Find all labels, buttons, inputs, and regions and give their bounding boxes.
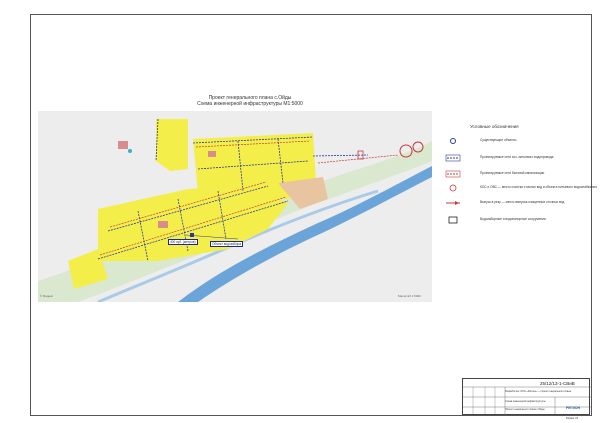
map-title: Проект генерального плана с.Ойды Схема и… — [155, 95, 345, 107]
dashed-red-line-icon — [445, 170, 461, 178]
sheet-format: Формат А3 — [566, 417, 579, 420]
legend-item-label: Водозаборные и водонапорные сооружения — [480, 217, 546, 221]
document-code: 25/12/13-1-СВиВ — [540, 381, 575, 386]
legend-item: Водозаборные и водонапорные сооружения — [445, 216, 580, 224]
legend-title: Условные обозначения — [470, 124, 519, 129]
legend-item: Проектируемые сети хоз.-питьевого водопр… — [445, 154, 580, 162]
stamp-org: Разработчик: ООО «Регион» — проект генер… — [505, 390, 571, 393]
map-scale: Масштаб 1:5000 — [398, 294, 421, 298]
map-svg — [38, 111, 432, 302]
legend-item-label: Существующие объекты — [480, 138, 517, 142]
map-copyright: © Яндекс — [40, 294, 54, 298]
legend-item: Проектируемые сети бытовой канализации — [445, 170, 580, 178]
legend-item-label: КОС и ОВС — место очистки сточных вод и … — [480, 185, 597, 189]
public-building — [208, 151, 216, 157]
red-ring-icon — [449, 184, 457, 192]
legend-item-label: Проектируемые сети бытовой канализации — [480, 171, 545, 175]
legend-item-label: Проектируемые сети хоз.-питьевого водопр… — [480, 155, 554, 159]
water-source — [128, 149, 132, 153]
public-building — [118, 141, 128, 149]
company-logo: РЕГИОН — [566, 406, 580, 410]
blue-circle-icon — [450, 138, 456, 144]
stamp-sheet-name: Схема инженерной инфраструктуры — [505, 400, 546, 403]
title-line-2: Схема инженерной инфраструктуры М1:5000 — [197, 101, 303, 107]
tank-label: 400 куб. (метров) — [168, 239, 198, 245]
water-tank — [190, 233, 194, 237]
legend-item: Существующие объекты — [445, 137, 580, 145]
legend-item: Выпуск в реку — место выпуска очищенных … — [445, 199, 580, 207]
public-building — [158, 221, 168, 228]
intake-label: Объект водозабора — [210, 241, 244, 247]
stamp-project: Проект генерального плана с.Ойды — [505, 408, 545, 411]
settlement-block-north — [156, 119, 188, 171]
legend-item: КОС и ОВС — место очистки сточных вод и … — [445, 184, 597, 192]
legend-item-label: Выпуск в реку — место выпуска очищенных … — [480, 200, 565, 204]
intake-box-icon — [448, 216, 458, 224]
map-canvas[interactable] — [38, 111, 432, 302]
dashed-blue-line-icon — [445, 154, 461, 162]
outlet-arrow-icon — [446, 201, 460, 205]
